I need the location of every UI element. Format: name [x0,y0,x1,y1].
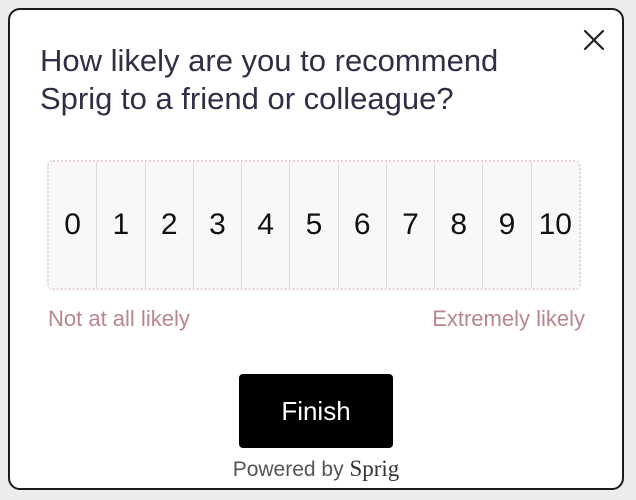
scale-option-0[interactable]: 0 [49,162,98,288]
scale-option-10[interactable]: 10 [531,162,579,288]
powered-by-text: Powered by [232,458,344,481]
scale-option-4[interactable]: 4 [242,162,291,288]
close-icon[interactable] [580,26,608,54]
scale-option-3[interactable]: 3 [193,162,243,288]
nps-scale: 0 1 2 3 4 5 6 7 8 9 10 [47,160,581,290]
scale-option-5[interactable]: 5 [290,162,339,288]
brand-logo[interactable]: Sprig [349,456,399,481]
powered-by: Powered by Sprig [10,456,622,482]
scale-option-8[interactable]: 8 [435,162,484,288]
high-end-label: Extremely likely [432,306,585,331]
scale-option-2[interactable]: 2 [145,162,194,288]
scale-option-9[interactable]: 9 [483,162,532,288]
scale-option-7[interactable]: 7 [386,162,436,288]
survey-question: How likely are you to recommend Sprig to… [40,43,499,116]
finish-button[interactable]: Finish [239,374,393,448]
scale-option-6[interactable]: 6 [338,162,387,288]
scale-option-1[interactable]: 1 [97,162,146,288]
low-end-label: Not at all likely [48,306,190,331]
survey-card: How likely are you to recommend Sprig to… [8,8,624,490]
